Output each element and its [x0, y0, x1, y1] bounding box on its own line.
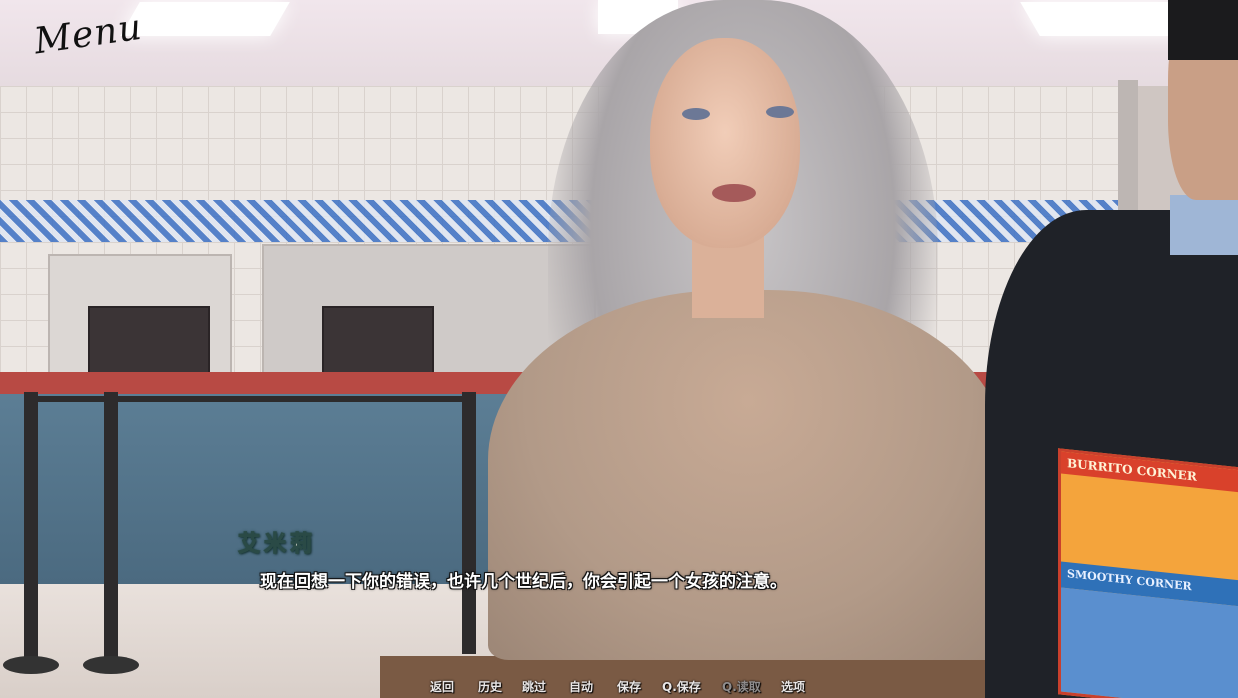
quick-save-button[interactable]: Q.保存 [662, 678, 701, 695]
quick-menu: 返回 历史 跳过 自动 保存 Q.保存 Q.读取 选项 [0, 678, 1238, 698]
character-eye [682, 108, 710, 120]
options-button[interactable]: 选项 [781, 678, 805, 695]
back-button[interactable]: 返回 [430, 678, 454, 695]
speaker-name: 艾米莉 [237, 532, 317, 558]
quick-load-button[interactable]: Q.读取 [722, 678, 761, 695]
register-monitor [88, 306, 210, 374]
save-button[interactable]: 保存 [617, 678, 641, 695]
character-eye [766, 106, 794, 118]
history-button[interactable]: 历史 [478, 678, 502, 695]
auto-button[interactable]: 自动 [569, 678, 593, 695]
queue-post-base [83, 656, 139, 674]
character-man-hair [1168, 0, 1238, 60]
ceiling-light [120, 2, 290, 36]
register-monitor [322, 306, 434, 374]
restaurant-menu-card: BURRITO CORNER SMOOTHY CORNER [1058, 448, 1238, 698]
character-man-collar [1170, 195, 1238, 255]
ceiling-light [1020, 2, 1190, 36]
queue-post [104, 392, 118, 662]
queue-rope [30, 396, 470, 402]
queue-post [24, 392, 38, 662]
character-emily-face [650, 38, 800, 248]
character-emily-body [488, 290, 1008, 660]
skip-button[interactable]: 跳过 [522, 678, 546, 695]
dialogue-text[interactable]: 现在回想一下你的错误，也许几个世纪后，你会引起一个女孩的注意。 [260, 567, 787, 592]
game-scene-background: BURRITO CORNER SMOOTHY CORNER [0, 0, 1238, 698]
character-mouth [712, 184, 756, 202]
queue-post-base [3, 656, 59, 674]
queue-post [462, 392, 476, 654]
